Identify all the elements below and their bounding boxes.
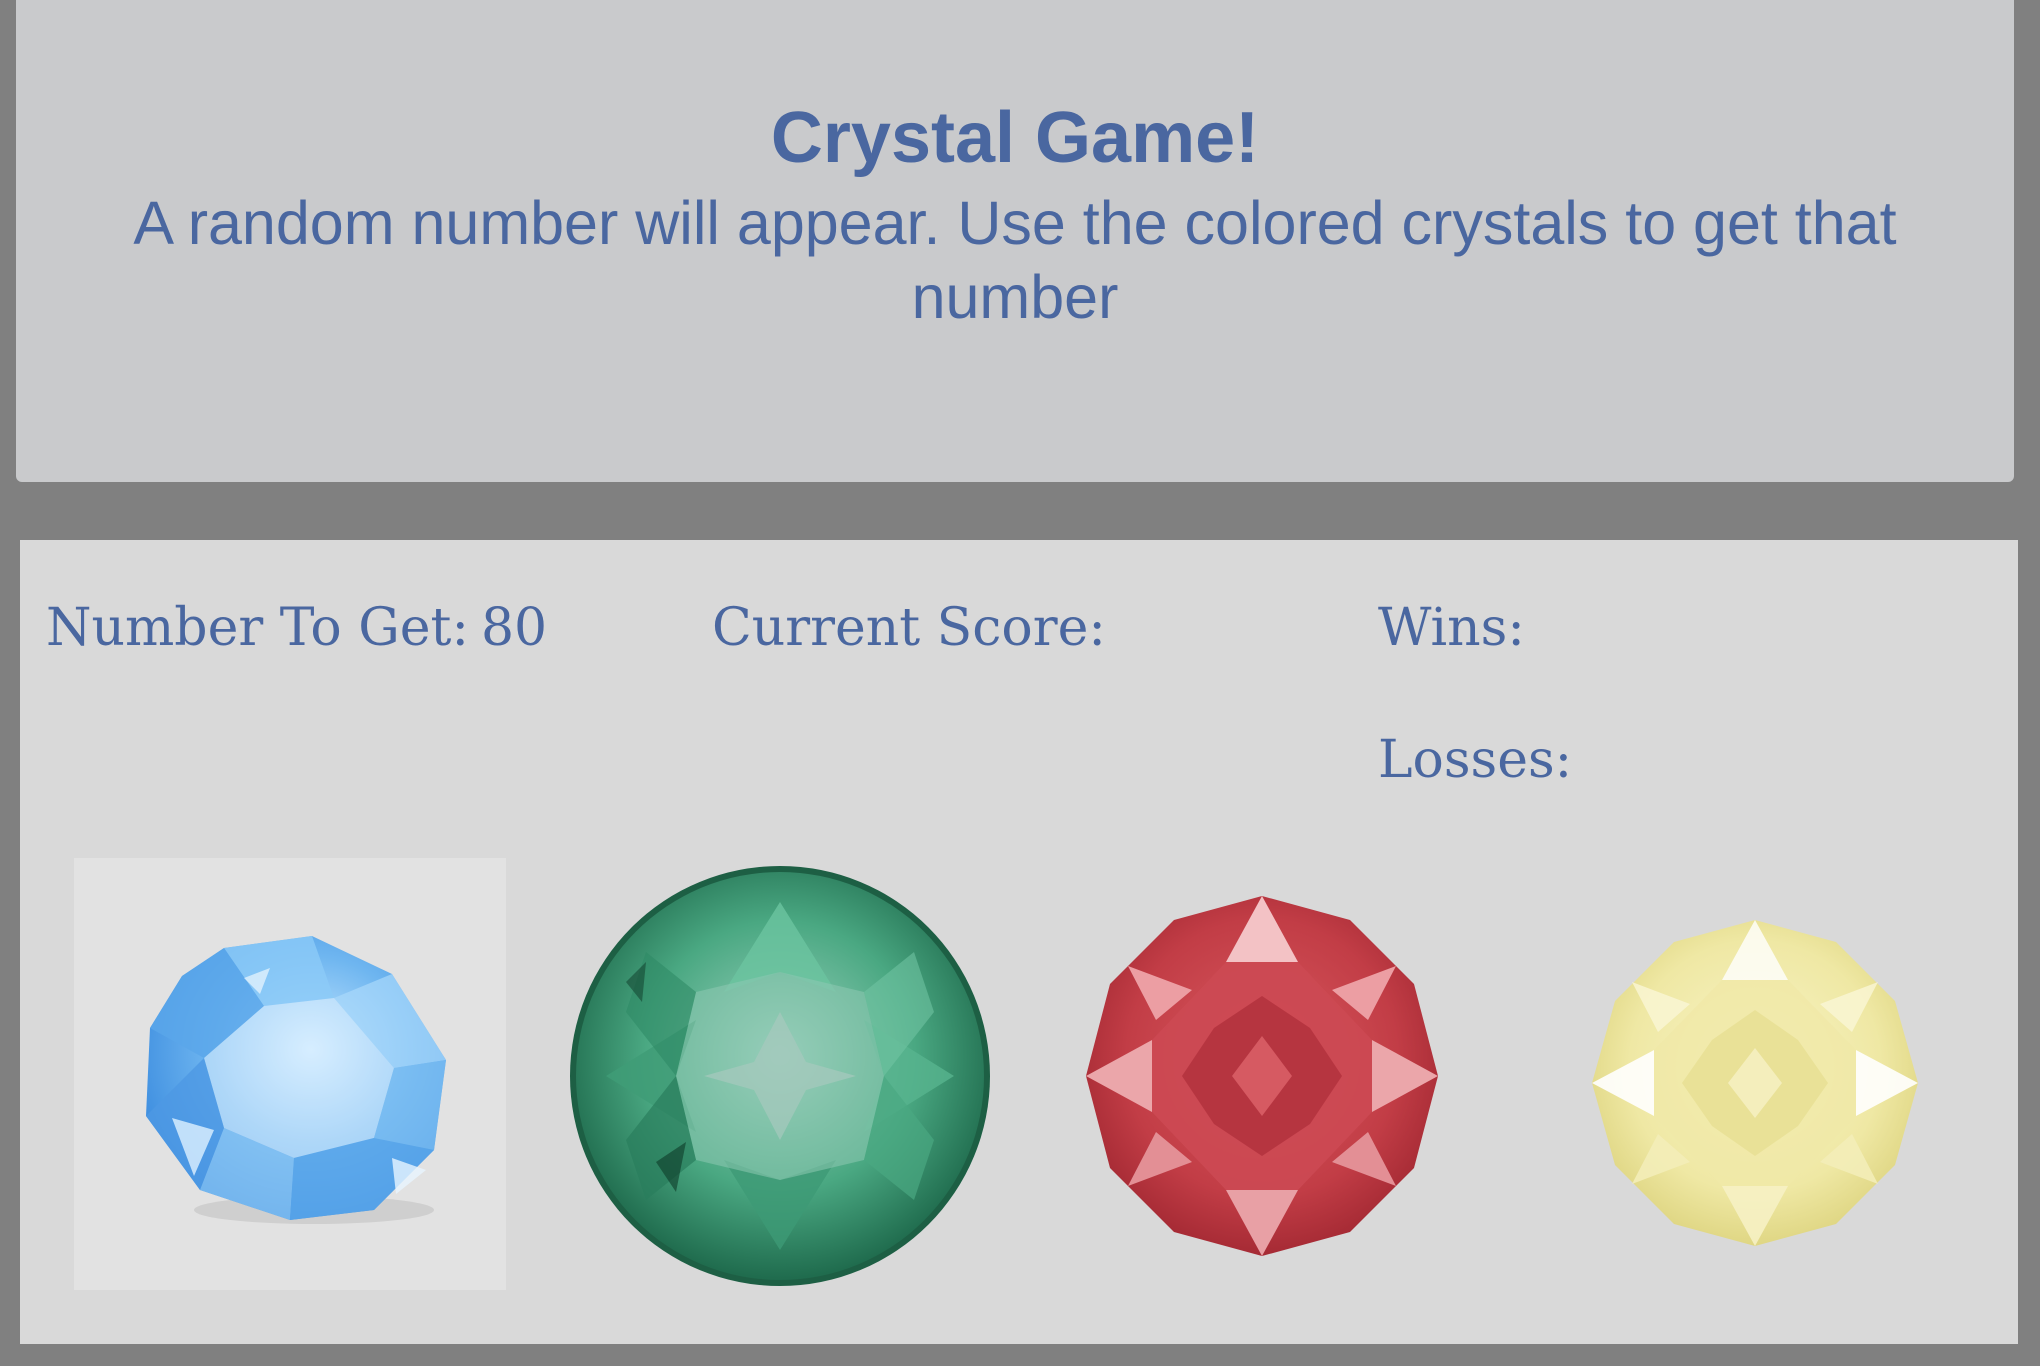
- green-crystal-button[interactable]: [566, 862, 994, 1290]
- header-banner: Crystal Game! A random number will appea…: [16, 0, 2014, 482]
- yellow-crystal-button[interactable]: [1580, 908, 1930, 1258]
- game-panel: Number To Get: 80 Current Score: Wins: Lo…: [20, 540, 2018, 1344]
- blue-crystal-icon: [146, 936, 446, 1224]
- losses-label: Losses:: [1378, 730, 1573, 790]
- current-score-display: Current Score:: [712, 596, 1118, 660]
- blue-crystal-button[interactable]: [74, 858, 506, 1290]
- instructions-text: A random number will appear. Use the col…: [133, 189, 1897, 331]
- red-crystal-icon: [1086, 896, 1438, 1256]
- target-number-label: Number To Get:: [46, 598, 469, 658]
- red-crystal-button[interactable]: [1072, 886, 1452, 1266]
- target-number-value: 80: [480, 598, 548, 658]
- losses-display: Losses:: [1378, 728, 1584, 792]
- green-crystal-icon: [570, 866, 990, 1286]
- wins-display: Wins:: [1378, 596, 1537, 660]
- yellow-crystal-icon: [1592, 920, 1918, 1246]
- wins-label: Wins:: [1378, 598, 1525, 658]
- current-score-label: Current Score:: [712, 598, 1106, 658]
- target-number-display: Number To Get: 80: [46, 596, 547, 660]
- page-title: Crystal Game!: [770, 98, 1260, 178]
